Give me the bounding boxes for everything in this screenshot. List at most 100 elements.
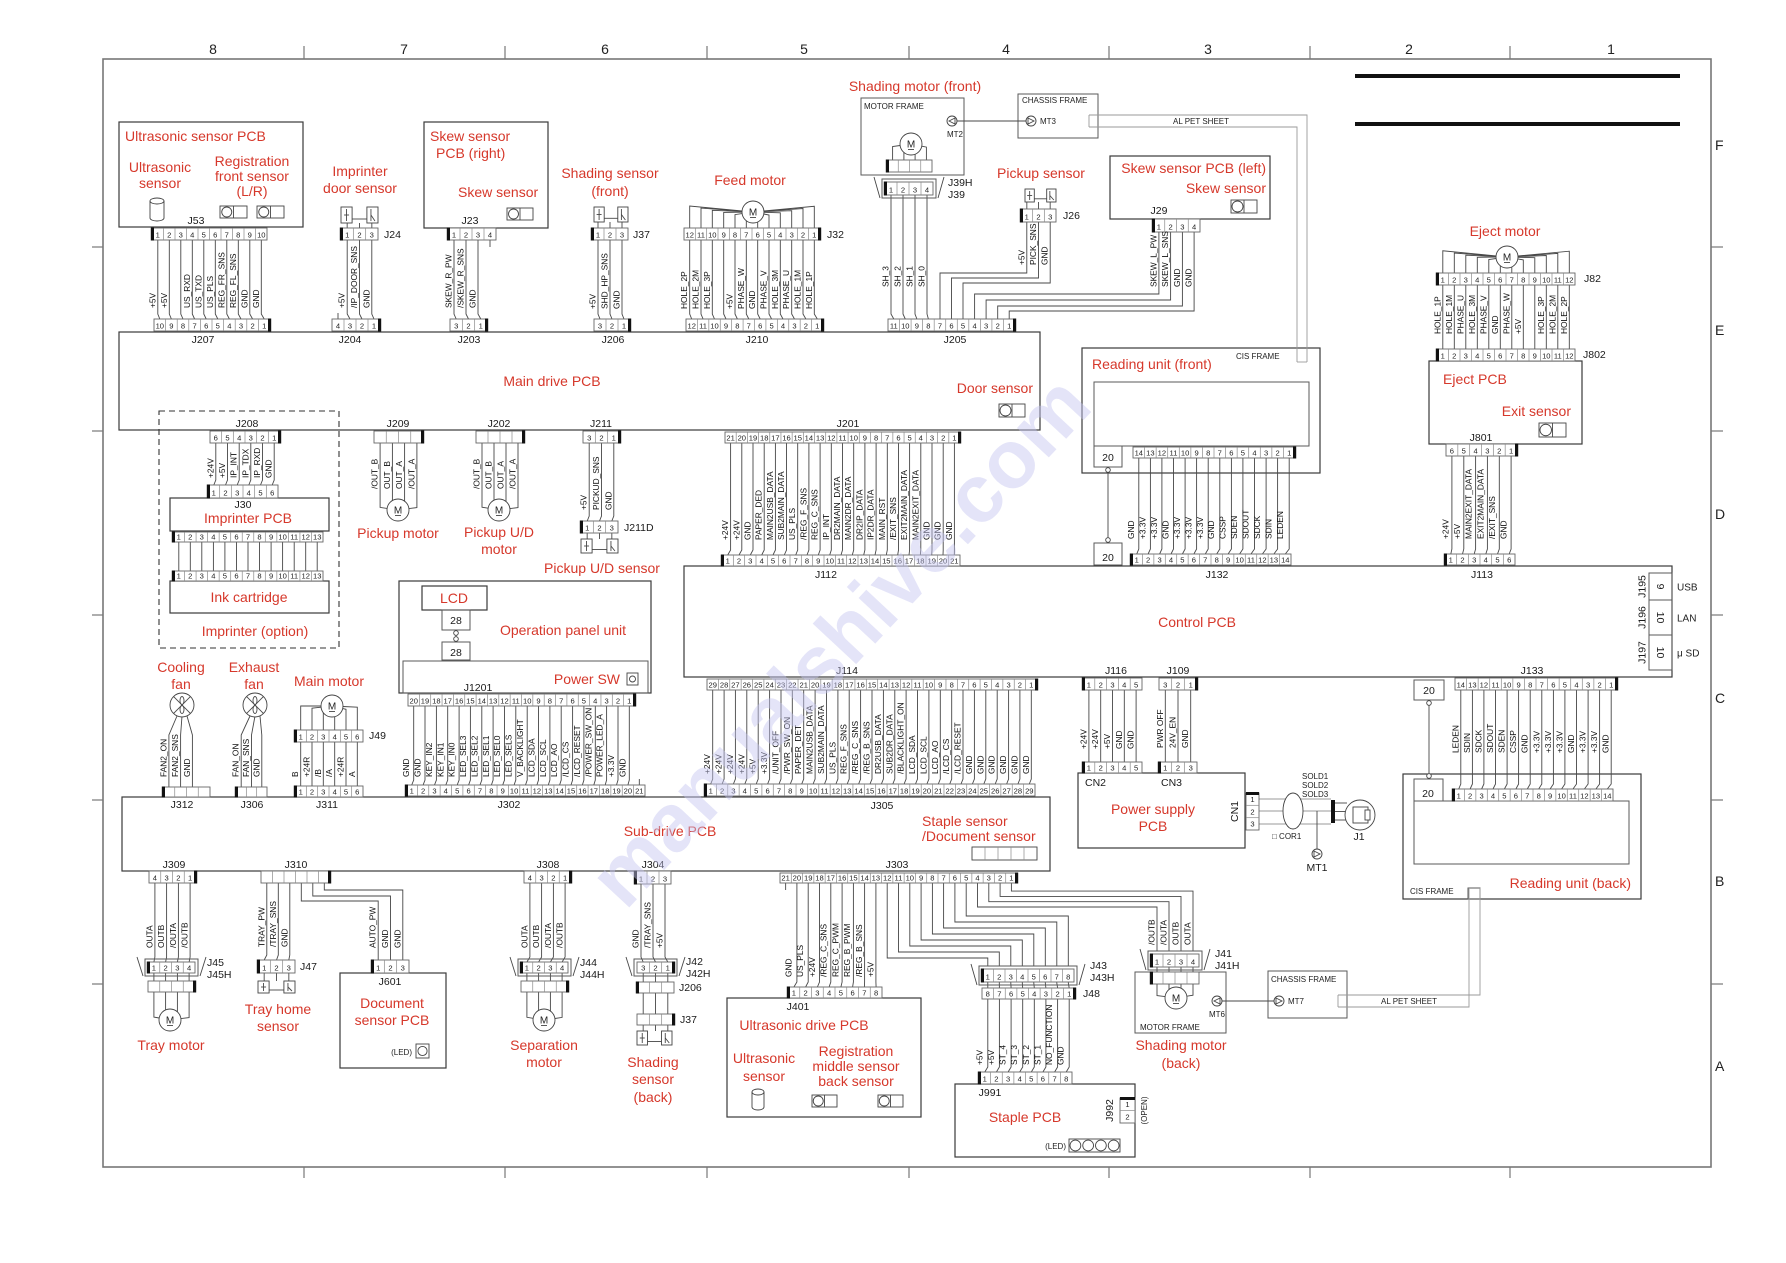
connector-j82: 1 2 3 4 5 6 7 8 9 10 11 12 bbox=[1435, 272, 1576, 286]
connector-label: J801 bbox=[1470, 432, 1493, 444]
port-connector-label: J196 bbox=[1637, 606, 1649, 629]
pin-number: 10 bbox=[257, 230, 265, 239]
pin-number: 2 bbox=[310, 732, 314, 741]
motor-lead bbox=[554, 992, 563, 1019]
connector-key-bar bbox=[485, 318, 489, 332]
motor-glyph: M bbox=[1172, 994, 1180, 1005]
pin-number: 20 bbox=[793, 873, 801, 882]
pin-number: 2 bbox=[388, 963, 392, 972]
power-supply-pcb-title: PCB bbox=[1139, 818, 1168, 834]
pin-number: 2 bbox=[737, 556, 741, 565]
cis-port-pin-count: 20 bbox=[1422, 788, 1434, 800]
pin-number: 3 bbox=[401, 963, 405, 972]
connector-key-bar bbox=[519, 961, 523, 974]
sensor-array-body bbox=[971, 846, 1038, 861]
pin-number: 5 bbox=[223, 532, 227, 541]
tray-motor-label: Tray motor bbox=[137, 1037, 204, 1053]
pin-number: 2 bbox=[163, 963, 167, 972]
pin-number: 3 bbox=[548, 963, 552, 972]
pin-number: 8 bbox=[874, 433, 878, 442]
connector-label: J37 bbox=[680, 1014, 697, 1026]
shading-sensor-front-icon bbox=[593, 206, 629, 223]
sensor-lens bbox=[1231, 200, 1244, 213]
motor-glyph: M bbox=[907, 140, 915, 151]
motor-glyph: M bbox=[394, 506, 402, 517]
connector-label: J133 bbox=[1521, 665, 1544, 677]
cis-frame-tab bbox=[1467, 887, 1481, 900]
pin-number: 2 bbox=[188, 532, 192, 541]
motor-lead bbox=[1156, 984, 1166, 998]
signal-label: GND bbox=[1056, 1046, 1066, 1065]
pin-number: 9 bbox=[501, 786, 505, 795]
pin-number: 19 bbox=[749, 433, 757, 442]
pin-number: 8 bbox=[1066, 972, 1070, 981]
mt7-ground-terminal-icon bbox=[1273, 995, 1285, 1007]
pin-number: 4 bbox=[333, 732, 337, 741]
signal-label: /OUT_B bbox=[472, 458, 482, 489]
pin-number: 2 bbox=[167, 230, 171, 239]
pin-number: 11 bbox=[1554, 351, 1562, 360]
pin-number: 4 bbox=[560, 963, 564, 972]
pin-number: 1 bbox=[479, 321, 483, 330]
sold1-label: SOLD1 bbox=[1302, 772, 1329, 781]
pin-number: 1 bbox=[1155, 957, 1159, 966]
wire-j309-j45 bbox=[165, 883, 168, 963]
pin-number: 21 bbox=[934, 786, 942, 795]
sensor-lens bbox=[878, 1095, 890, 1107]
signal-label: +5V bbox=[866, 961, 876, 977]
signal-label: HOLE_2M bbox=[691, 270, 701, 309]
pin-number: 4 bbox=[1192, 222, 1196, 231]
connector-key-bar bbox=[404, 784, 408, 797]
pin-number: 3 bbox=[620, 230, 624, 239]
signal-label: HOLE_3P bbox=[702, 271, 712, 309]
port-connector-label: J195 bbox=[1637, 575, 1649, 598]
pin-number: 16 bbox=[782, 433, 790, 442]
pin-number: 3 bbox=[235, 488, 239, 497]
led-label: (LED) bbox=[391, 1048, 412, 1057]
port-pin-icon bbox=[1105, 467, 1111, 473]
signal-label: +5V bbox=[1102, 733, 1112, 749]
reading-unit-back-title: Reading unit (back) bbox=[1510, 875, 1631, 891]
connector-key-bar bbox=[1081, 677, 1085, 691]
wire-j39-j205 bbox=[902, 195, 906, 320]
signal-label: OUTA bbox=[1183, 922, 1193, 945]
connector-key-bar bbox=[958, 431, 962, 444]
pin-number: 3 bbox=[454, 321, 458, 330]
signal-label: US_PLS bbox=[787, 507, 797, 540]
signal-label: PHASE_W bbox=[736, 268, 746, 309]
pin-number: 15 bbox=[466, 696, 474, 705]
connector-label: J207 bbox=[192, 334, 215, 346]
pin-number: 1 bbox=[1287, 448, 1291, 457]
signal-label: MAIN2EXIT_DATA bbox=[1464, 469, 1474, 539]
connector-label: J53 bbox=[188, 215, 205, 227]
pin-number: 7 bbox=[747, 321, 751, 330]
pin-number: 8 bbox=[1521, 351, 1525, 360]
connector-label: J312 bbox=[171, 799, 194, 811]
pin-number: 11 bbox=[890, 321, 898, 330]
pin-number: 12 bbox=[1480, 680, 1488, 689]
pin-number: 2 bbox=[1018, 680, 1022, 689]
connector-key-bar bbox=[293, 729, 297, 743]
wire-j26-j205 bbox=[939, 222, 1028, 319]
pin-number: 2 bbox=[803, 988, 807, 997]
pin-number: 7 bbox=[1052, 1074, 1056, 1083]
pickup-ud-motor-label: motor bbox=[481, 541, 517, 557]
pin-number: 3 bbox=[1044, 989, 1048, 998]
signal-label: DR2MAIN_DATA bbox=[832, 476, 842, 540]
connector-mfb bbox=[1149, 971, 1200, 985]
signal-label: US_PLS bbox=[827, 741, 837, 774]
pin-number: 24 bbox=[968, 786, 976, 795]
port-name: μ SD bbox=[1677, 649, 1699, 660]
signal-label: CSSP bbox=[1508, 730, 1518, 753]
signal-label: +3.3V bbox=[606, 754, 616, 777]
pin-number: 3 bbox=[641, 963, 645, 972]
pin-number: 12 bbox=[832, 786, 840, 795]
pin-number: 14 bbox=[478, 696, 486, 705]
pin-number: 9 bbox=[269, 532, 273, 541]
wire-j309-j45 bbox=[153, 883, 156, 963]
connector-key-bar bbox=[590, 227, 594, 241]
pin-number: 12 bbox=[1580, 791, 1588, 800]
shading-sensor-back-icon bbox=[636, 1030, 673, 1046]
pin-number: 7 bbox=[225, 230, 229, 239]
signal-label: DR2IP_DATA bbox=[854, 489, 864, 540]
